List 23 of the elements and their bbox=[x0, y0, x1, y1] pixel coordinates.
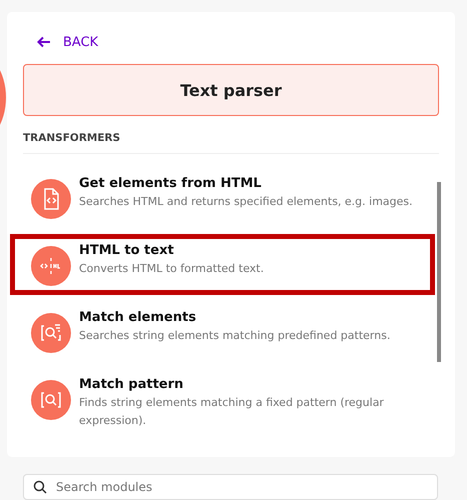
code-split-icon bbox=[31, 246, 71, 286]
search-field[interactable]: Search modules bbox=[23, 474, 438, 500]
search-icon bbox=[33, 480, 47, 494]
module-description: Searches string elements matching predefined patterns. bbox=[79, 328, 390, 344]
scrollbar[interactable] bbox=[437, 182, 441, 362]
module-title: Match elements bbox=[79, 310, 198, 325]
search-icon bbox=[31, 380, 71, 420]
module-title: HTML to text bbox=[79, 243, 175, 258]
module-description: Converts HTML to formatted text. bbox=[79, 261, 264, 277]
search-icon bbox=[31, 313, 71, 353]
module-item[interactable]: Match elements Searches string elements matching predefined patterns. bbox=[10, 301, 435, 362]
back-arrow-icon bbox=[37, 36, 51, 48]
module-title: Match pattern bbox=[79, 377, 184, 392]
app-title: Text parser bbox=[23, 64, 439, 116]
module-item[interactable]: HTML to text Converts HTML to formatted text. bbox=[10, 234, 435, 295]
section-heading: TRANSFORMERS bbox=[23, 132, 439, 154]
module-item[interactable]: Match pattern Finds string elements matching a fixed pattern (regular expression). bbox=[10, 368, 435, 439]
module-description: Finds string elements matching a fixed pattern (regular expression). bbox=[79, 395, 385, 429]
module-title: Get elements from HTML bbox=[79, 176, 262, 191]
module-item[interactable]: Get elements from HTML Searches HTML and returns specified elements, e.g. images. bbox=[10, 167, 435, 228]
module-description: Searches HTML and returns specified elements, e.g. images. bbox=[79, 194, 413, 210]
code-file-icon bbox=[31, 179, 71, 219]
back-link[interactable]: BACK bbox=[37, 33, 439, 51]
